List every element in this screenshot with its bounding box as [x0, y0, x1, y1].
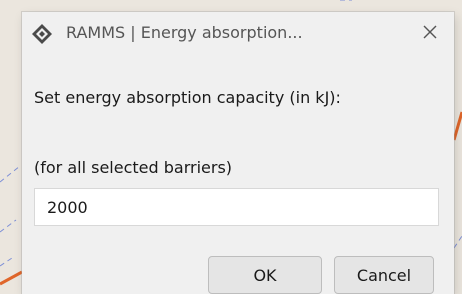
energy-capacity-input[interactable] — [34, 188, 439, 226]
close-icon — [422, 24, 438, 44]
energy-absorption-dialog: RAMMS | Energy absorption... Set energy … — [22, 12, 454, 294]
dialog-title: RAMMS | Energy absorption... — [66, 23, 303, 42]
dialog-titlebar[interactable]: RAMMS | Energy absorption... — [22, 12, 454, 56]
close-button[interactable] — [414, 20, 446, 48]
ramms-diamond-icon — [31, 23, 53, 45]
prompt-label: Set energy absorption capacity (in kJ): — [34, 88, 341, 107]
ok-button[interactable]: OK — [208, 256, 322, 294]
note-label: (for all selected barriers) — [34, 158, 233, 177]
cancel-button[interactable]: Cancel — [334, 256, 434, 294]
